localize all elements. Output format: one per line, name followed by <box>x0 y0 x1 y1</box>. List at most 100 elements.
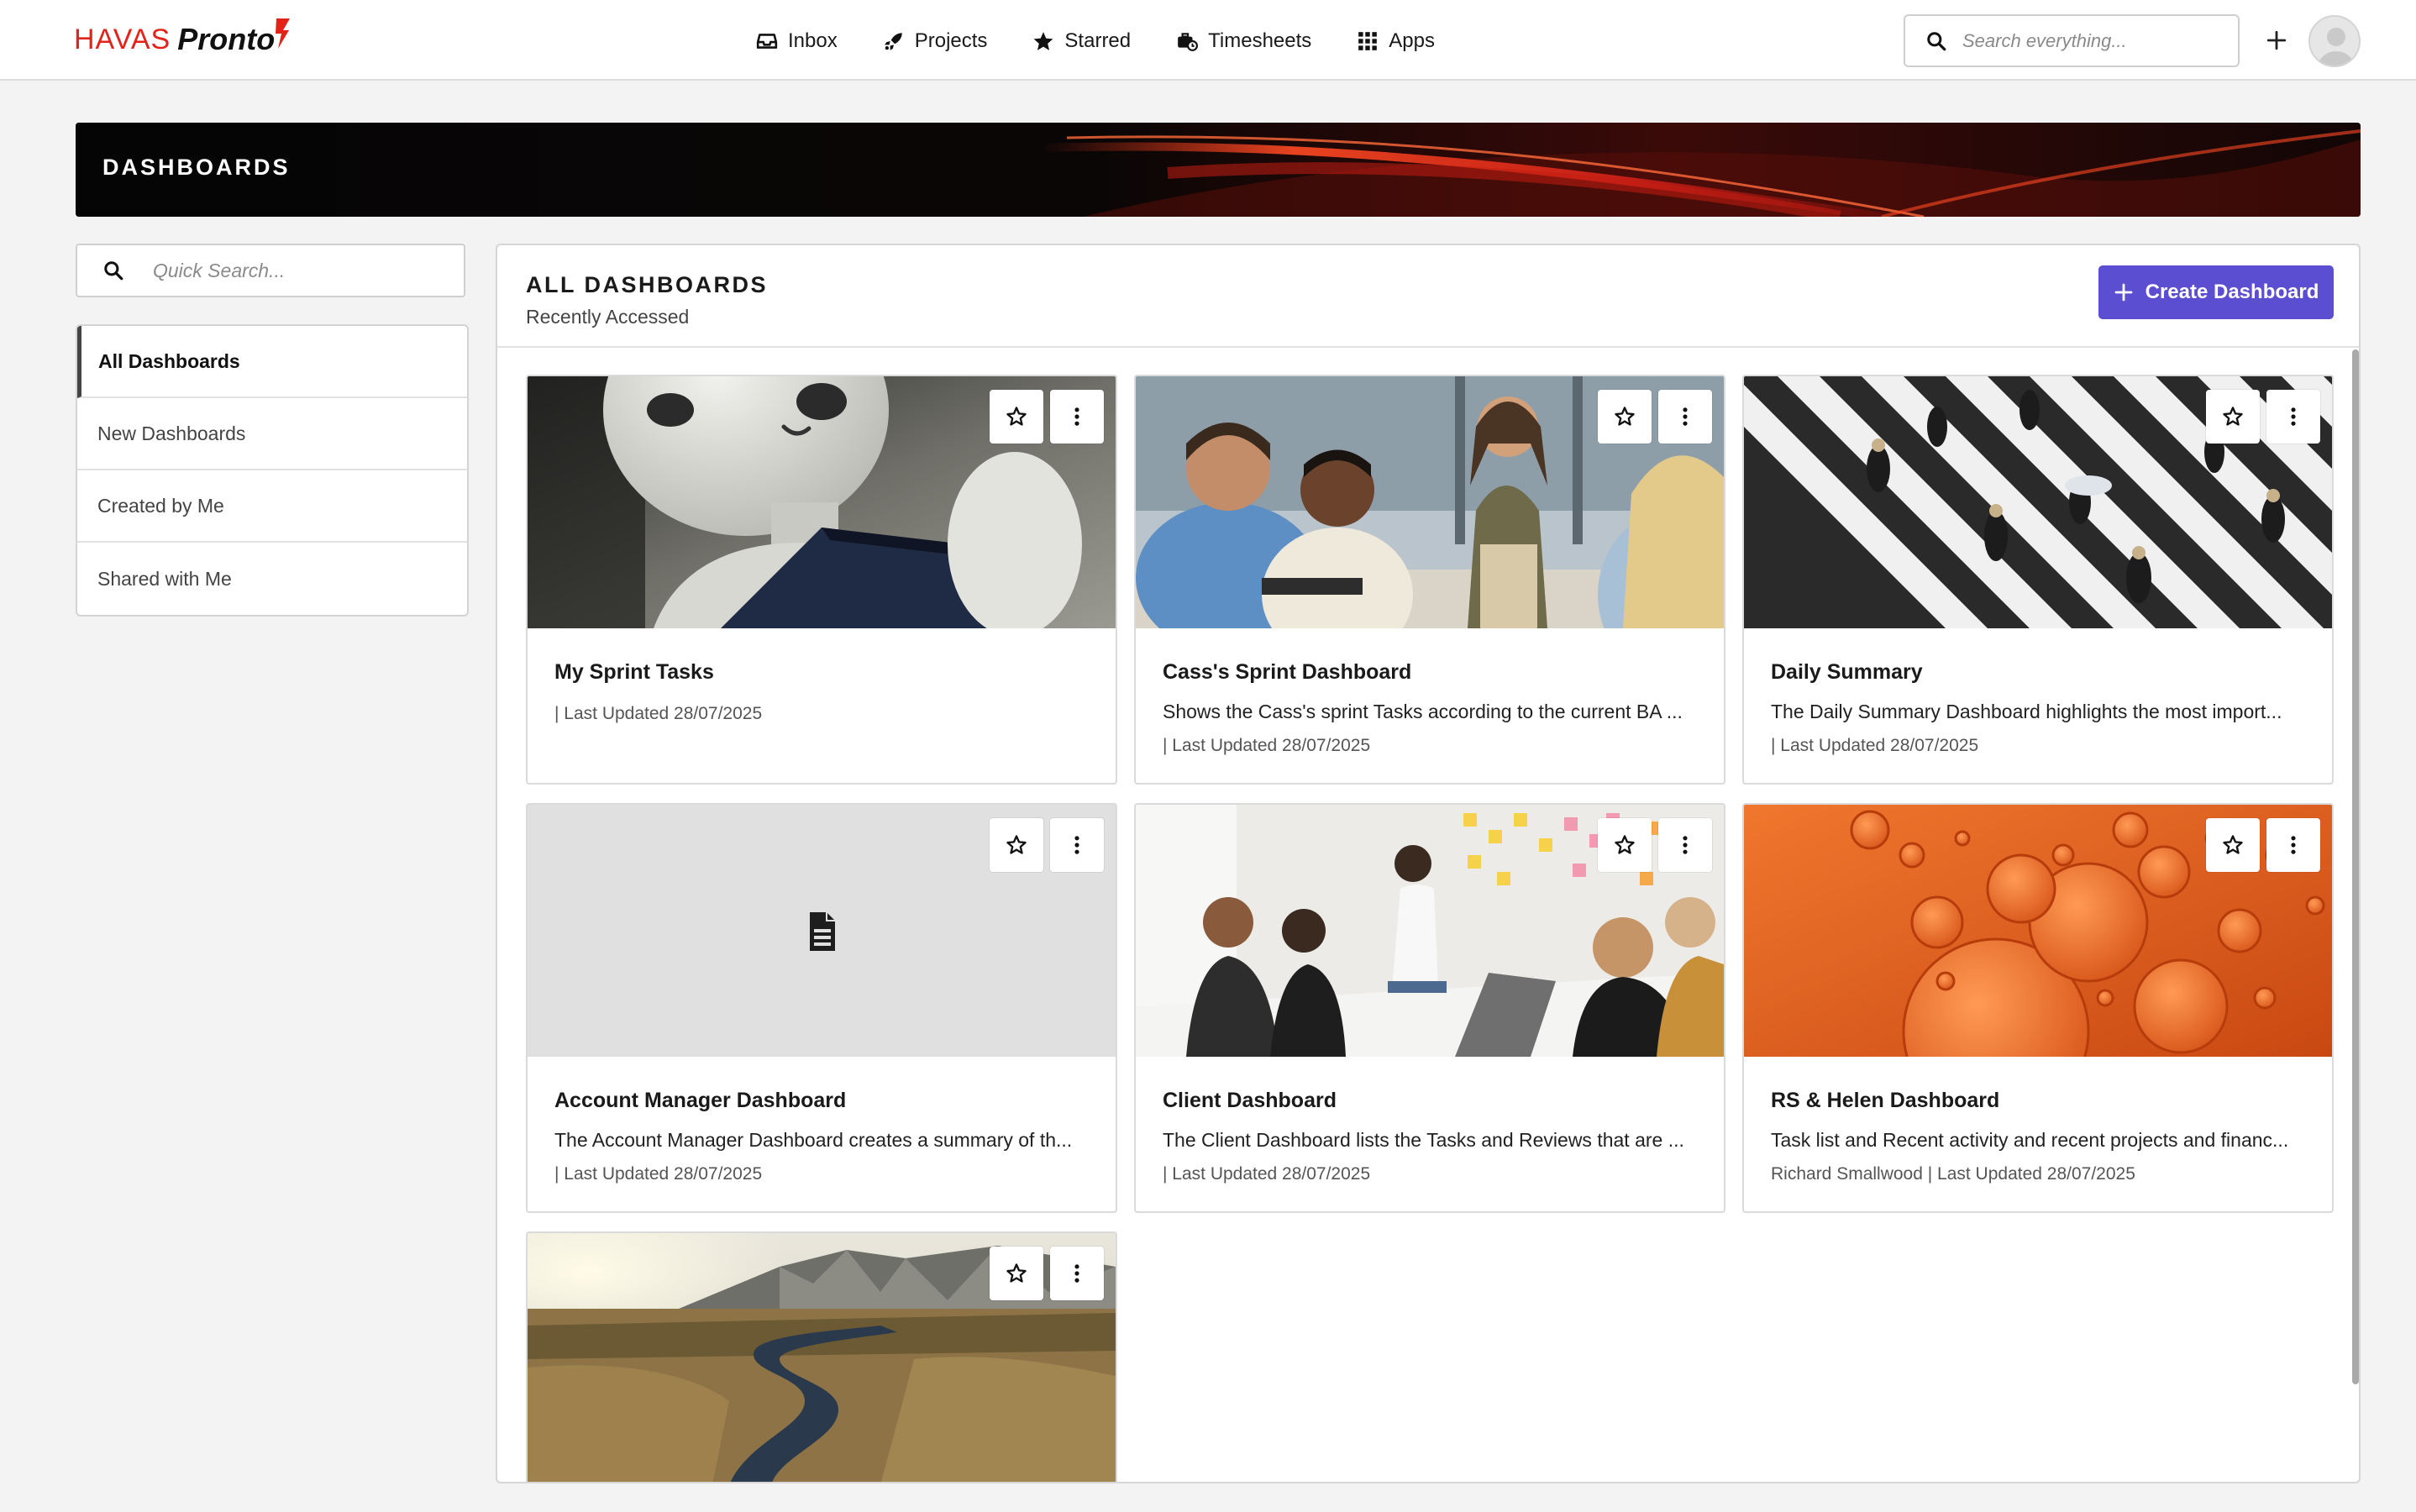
vertical-ellipsis-icon <box>1074 836 1079 854</box>
main-nav: Inbox Projects Starred Timesheets Apps <box>756 24 1480 59</box>
more-options-button[interactable] <box>1050 390 1104 444</box>
search-icon <box>104 261 123 281</box>
plus-icon <box>2114 283 2133 302</box>
card-title: Client Dashboard <box>1163 1089 1337 1112</box>
sidebar-item-shared-with-me[interactable]: Shared with Me <box>77 543 467 615</box>
card-last-updated: | Last Updated 28/07/2025 <box>554 704 763 723</box>
sidebar-item-label: Shared with Me <box>97 567 232 590</box>
star-icon <box>1034 32 1053 50</box>
card-title: Account Manager Dashboard <box>554 1089 847 1112</box>
favourite-button[interactable] <box>990 1247 1043 1300</box>
user-avatar[interactable] <box>2308 15 2361 67</box>
star-outline-icon <box>1615 407 1635 426</box>
sidebar-item-all-dashboards[interactable]: All Dashboards <box>77 326 467 398</box>
quick-search-input[interactable] <box>153 259 439 282</box>
top-navbar: HAVAS Pronto Inbox Projects Starred Time… <box>0 0 2416 81</box>
nav-timesheets[interactable]: Timesheets <box>1176 24 1311 59</box>
lightning-bolt-icon <box>276 18 291 49</box>
sidebar-item-new-dashboards[interactable]: New Dashboards <box>77 398 467 470</box>
havas-pronto-logo[interactable]: HAVAS Pronto <box>74 18 291 60</box>
nav-starred-label: Starred <box>1064 29 1132 52</box>
create-dashboard-button[interactable]: Create Dashboard <box>2098 265 2334 319</box>
dashboard-card[interactable]: Cass's Sprint Dashboard Shows the Cass's… <box>1134 375 1725 785</box>
star-outline-icon <box>1615 835 1635 854</box>
apps-grid-icon <box>1358 32 1378 50</box>
nav-apps[interactable]: Apps <box>1357 24 1435 59</box>
card-last-updated: | Last Updated 28/07/2025 <box>1163 1164 1371 1184</box>
card-description: The Client Dashboard lists the Tasks and… <box>1163 1129 1684 1151</box>
favourite-button[interactable] <box>2206 390 2260 444</box>
banner-red-wave-graphic <box>76 123 2361 217</box>
dashboard-card[interactable]: Account Manager Dashboard The Account Ma… <box>526 803 1117 1213</box>
sidebar-item-label: New Dashboards <box>97 422 246 444</box>
global-search-input[interactable] <box>1962 29 2214 52</box>
panel-scrollbar[interactable] <box>2352 349 2359 1384</box>
add-new-button[interactable] <box>2258 22 2295 59</box>
card-title: Daily Summary <box>1771 660 1923 684</box>
dashboard-card[interactable] <box>526 1231 1117 1482</box>
dashboards-panel: ALL DASHBOARDS Recently Accessed Create … <box>496 244 2361 1483</box>
nav-projects[interactable]: Projects <box>883 24 988 59</box>
vertical-ellipsis-icon <box>1074 407 1079 426</box>
card-last-updated: | Last Updated 28/07/2025 <box>1771 736 1979 755</box>
sidebar-item-label: All Dashboards <box>98 349 240 372</box>
nav-projects-label: Projects <box>914 29 988 52</box>
favourite-button[interactable] <box>990 818 1043 872</box>
card-title: Cass's Sprint Dashboard <box>1163 660 1412 684</box>
card-description: Shows the Cass's sprint Tasks according … <box>1163 701 1683 722</box>
nav-starred[interactable]: Starred <box>1032 24 1131 59</box>
timesheet-icon <box>1178 33 1199 51</box>
vertical-ellipsis-icon <box>1683 407 1688 426</box>
dashboard-card[interactable]: Client Dashboard The Client Dashboard li… <box>1134 803 1725 1213</box>
dashboard-card[interactable]: My Sprint Tasks | Last Updated 28/07/202… <box>526 375 1117 785</box>
card-description: The Daily Summary Dashboard highlights t… <box>1771 701 2282 722</box>
card-last-updated: | Last Updated 28/07/2025 <box>554 1164 763 1184</box>
sidebar-item-created-by-me[interactable]: Created by Me <box>77 470 467 543</box>
favourite-button[interactable] <box>1598 818 1652 872</box>
star-outline-icon <box>1006 835 1027 854</box>
vertical-ellipsis-icon <box>2291 836 2296 854</box>
card-last-updated: Richard Smallwood | Last Updated 28/07/2… <box>1771 1164 2135 1184</box>
logo-pronto-text: Pronto <box>177 22 276 56</box>
more-options-button[interactable] <box>1658 390 1712 444</box>
panel-title: ALL DASHBOARDS <box>526 272 769 297</box>
global-search <box>1904 14 2240 67</box>
inbox-icon <box>756 34 778 49</box>
dashboard-filter-list: All Dashboards New Dashboards Created by… <box>76 324 469 617</box>
more-options-button[interactable] <box>1658 818 1712 872</box>
panel-subtitle: Recently Accessed <box>526 306 690 328</box>
vertical-ellipsis-icon <box>1683 836 1688 854</box>
quick-search <box>76 244 465 297</box>
nav-apps-label: Apps <box>1389 29 1435 52</box>
star-outline-icon <box>1006 407 1027 426</box>
more-options-button[interactable] <box>2266 390 2320 444</box>
page-banner: DASHBOARDS <box>76 123 2361 217</box>
nav-timesheets-label: Timesheets <box>1208 29 1312 52</box>
star-outline-icon <box>2223 407 2243 426</box>
create-dashboard-label: Create Dashboard <box>2145 281 2319 303</box>
panel-header: ALL DASHBOARDS Recently Accessed Create … <box>497 245 2359 348</box>
vertical-ellipsis-icon <box>2291 407 2296 426</box>
card-description: The Account Manager Dashboard creates a … <box>554 1129 1073 1151</box>
more-options-button[interactable] <box>2266 818 2320 872</box>
star-outline-icon <box>2223 835 2243 854</box>
card-last-updated: | Last Updated 28/07/2025 <box>1163 736 1371 755</box>
favourite-button[interactable] <box>2206 818 2260 872</box>
search-icon <box>1927 31 1946 50</box>
dashboard-card[interactable]: RS & Helen Dashboard Task list and Recen… <box>1742 803 2334 1213</box>
more-options-button[interactable] <box>1050 1247 1104 1300</box>
plus-icon <box>2266 30 2287 50</box>
card-description: Task list and Recent activity and recent… <box>1771 1129 2289 1151</box>
rocket-icon <box>884 33 902 50</box>
favourite-button[interactable] <box>1598 390 1652 444</box>
nav-inbox[interactable]: Inbox <box>756 24 838 59</box>
star-outline-icon <box>1006 1263 1027 1283</box>
more-options-button[interactable] <box>1050 818 1104 872</box>
nav-inbox-label: Inbox <box>788 29 838 52</box>
logo-havas-text: HAVAS <box>74 23 171 55</box>
dashboard-card[interactable]: Daily Summary The Daily Summary Dashboar… <box>1742 375 2334 785</box>
favourite-button[interactable] <box>990 390 1043 444</box>
card-title: My Sprint Tasks <box>554 660 714 684</box>
sidebar-item-label: Created by Me <box>97 494 224 517</box>
card-title: RS & Helen Dashboard <box>1771 1089 2000 1112</box>
